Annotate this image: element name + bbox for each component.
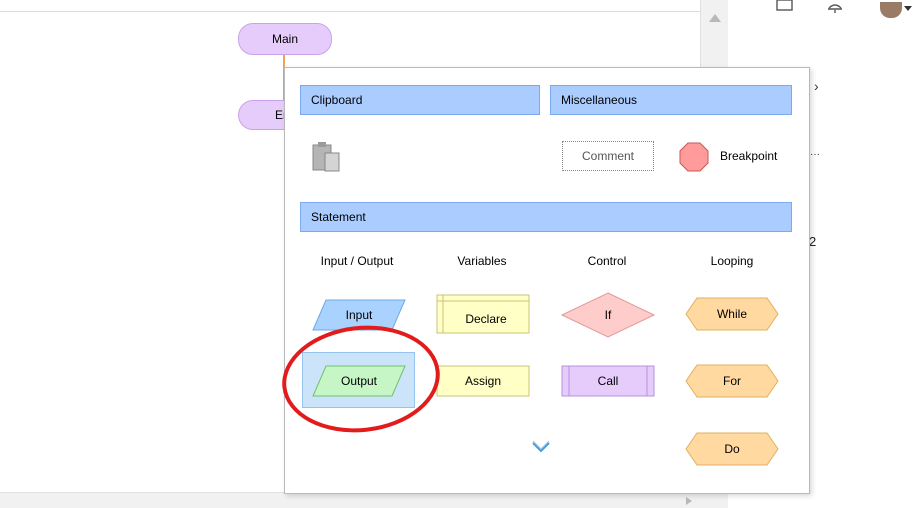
comment-shape[interactable]: Comment: [562, 141, 654, 171]
breakpoint-octagon-icon[interactable]: [678, 141, 710, 173]
breakpoint-label[interactable]: Breakpoint: [720, 149, 777, 163]
for-shape-label[interactable]: For: [685, 364, 779, 398]
expand-right-icon[interactable]: ›: [814, 78, 819, 94]
scroll-right-arrow-icon[interactable]: [686, 497, 692, 505]
column-variables: Variables: [457, 254, 507, 268]
horizontal-scrollbar[interactable]: [0, 492, 728, 508]
column-control: Control: [587, 254, 627, 268]
section-statement: Statement: [300, 202, 792, 232]
panel-number: 2: [809, 234, 817, 249]
canvas-top-border: [0, 11, 700, 12]
clipboard-paste-icon[interactable]: [311, 141, 345, 173]
if-shape-label[interactable]: If: [561, 292, 655, 338]
assign-shape-label[interactable]: Assign: [436, 365, 530, 397]
bell-icon[interactable]: [826, 0, 844, 14]
call-shape-label[interactable]: Call: [561, 365, 655, 397]
window-icon[interactable]: [776, 0, 794, 12]
do-shape-label[interactable]: Do: [685, 432, 779, 466]
main-start-node[interactable]: Main: [238, 23, 332, 55]
more-dots[interactable]: ···: [810, 149, 820, 160]
column-input-output: Input / Output: [320, 254, 394, 268]
declare-shape-label[interactable]: Declare: [436, 302, 536, 336]
scroll-up-arrow-icon[interactable]: [709, 14, 721, 22]
section-clipboard: Clipboard: [300, 85, 540, 115]
while-shape-label[interactable]: While: [685, 297, 779, 331]
section-miscellaneous: Miscellaneous: [550, 85, 792, 115]
column-looping: Looping: [710, 254, 754, 268]
scroll-down-chevron-icon[interactable]: [531, 440, 551, 454]
